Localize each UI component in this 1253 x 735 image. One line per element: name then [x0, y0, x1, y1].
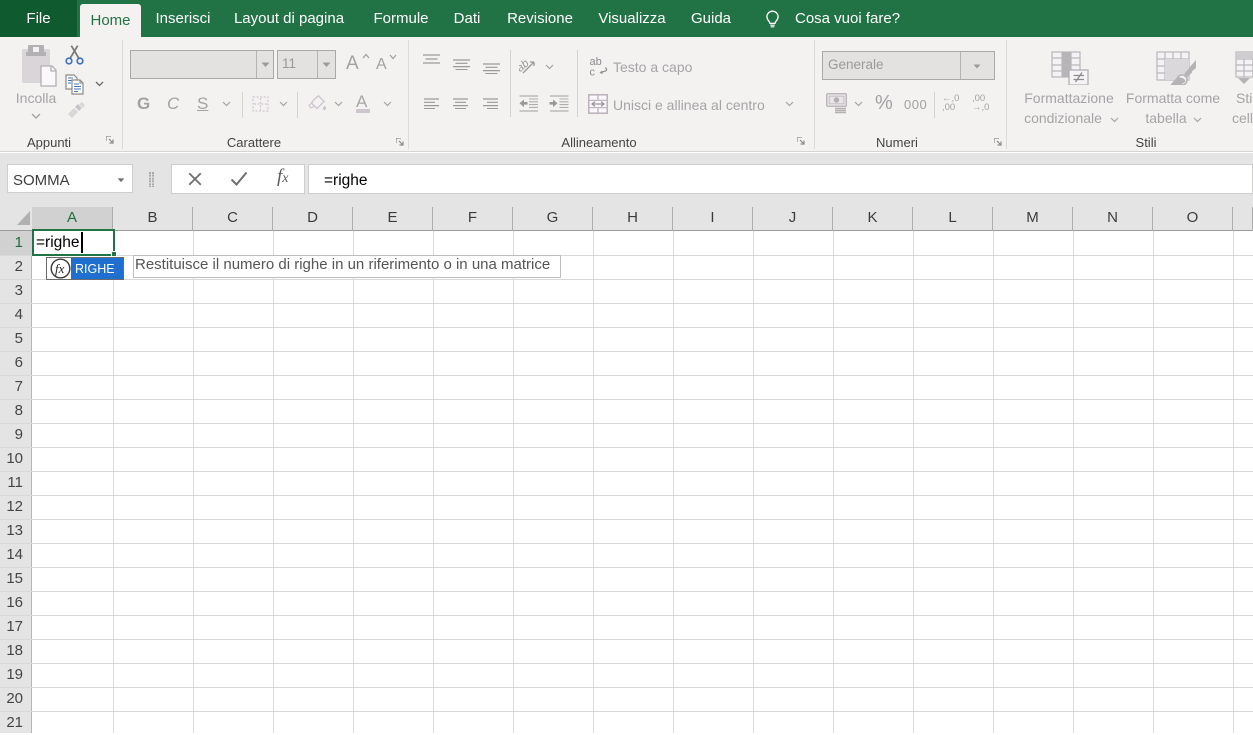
svg-text:fx: fx	[55, 261, 65, 276]
svg-text:c: c	[590, 67, 596, 77]
